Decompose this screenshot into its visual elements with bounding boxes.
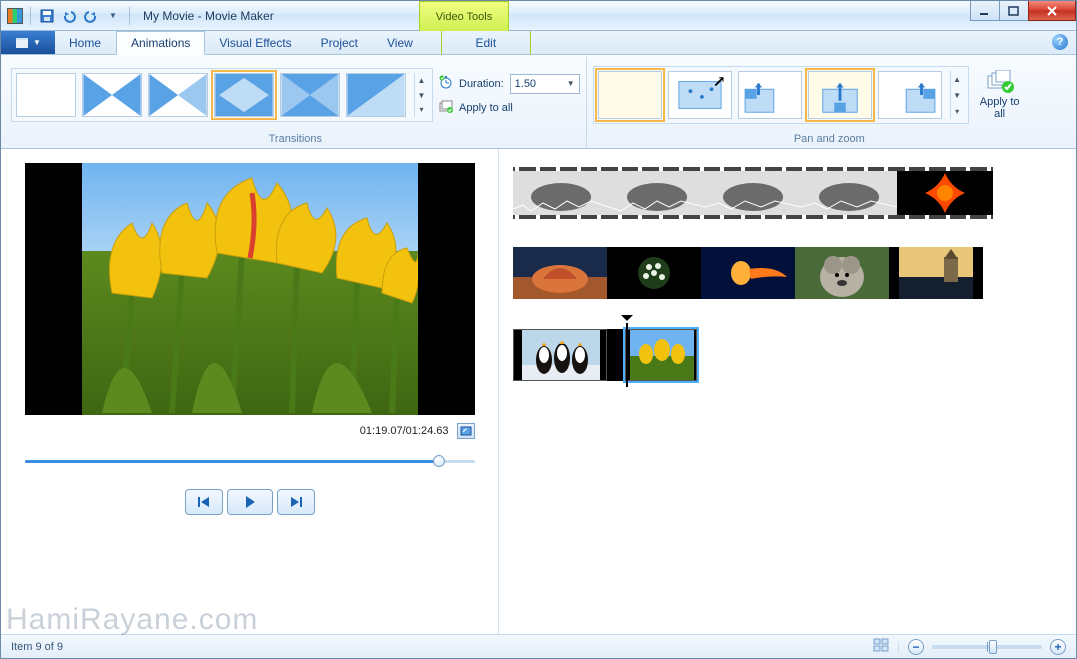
clip[interactable] xyxy=(889,247,983,299)
app-icon xyxy=(7,8,23,24)
transition-crossfade[interactable] xyxy=(82,73,142,117)
seek-thumb[interactable] xyxy=(433,455,445,467)
apply-all-icon xyxy=(439,100,453,117)
seek-slider[interactable] xyxy=(25,451,475,471)
zoom-out-button[interactable]: − xyxy=(908,639,924,655)
transition-bowtie[interactable] xyxy=(148,73,208,117)
panzoom-none[interactable] xyxy=(598,71,662,119)
duration-icon xyxy=(439,75,453,92)
gallery-scroll-down[interactable]: ▼ xyxy=(415,88,428,103)
zoom-in-button[interactable]: + xyxy=(1050,639,1066,655)
timeline-row-3[interactable] xyxy=(513,327,713,383)
redo-button[interactable] xyxy=(82,7,100,25)
play-button[interactable] xyxy=(227,489,273,515)
tab-home[interactable]: Home xyxy=(55,31,116,54)
panzoom-gallery[interactable]: ▲ ▼ ▾ xyxy=(593,66,969,124)
seek-fill xyxy=(25,460,439,463)
timeline-row-2[interactable] xyxy=(513,247,983,299)
apply-all-label: Apply to all xyxy=(975,96,1025,120)
zoom-thumb[interactable] xyxy=(989,640,997,654)
tab-animations[interactable]: Animations xyxy=(116,31,205,55)
status-item-count: Item 9 of 9 xyxy=(11,641,63,653)
preview-frame xyxy=(25,163,475,415)
panzoom-up-right[interactable] xyxy=(878,71,942,119)
preview-image xyxy=(82,163,418,415)
maximize-button[interactable] xyxy=(999,1,1029,21)
gallery-scroll-up[interactable]: ▲ xyxy=(415,73,428,88)
prev-frame-button[interactable] xyxy=(185,489,223,515)
next-frame-button[interactable] xyxy=(277,489,315,515)
tab-view[interactable]: View xyxy=(373,31,428,54)
preview-pane: 01:19.07/01:24.63 xyxy=(1,149,499,634)
transition-x[interactable] xyxy=(280,73,340,117)
file-menu[interactable]: ▼ xyxy=(1,31,55,54)
tab-visual-effects[interactable]: Visual Effects xyxy=(205,31,306,54)
transition-diagonal[interactable] xyxy=(346,73,406,117)
panzoom-apply-all[interactable]: Apply to all xyxy=(975,70,1025,120)
duration-input[interactable]: 1.50 ▼ xyxy=(510,74,580,94)
gallery-scroll-down[interactable]: ▼ xyxy=(951,87,964,103)
tab-project[interactable]: Project xyxy=(307,31,373,54)
panzoom-up-center[interactable] xyxy=(808,71,872,119)
gallery-expand[interactable]: ▾ xyxy=(415,102,428,117)
transition-diamond[interactable] xyxy=(214,73,274,117)
status-bar: Item 9 of 9 | − + xyxy=(1,634,1076,658)
panzoom-up-left[interactable] xyxy=(738,71,802,119)
titlebar: ▼ My Movie - Movie Maker Video Tools xyxy=(1,1,1076,31)
group-label-transitions: Transitions xyxy=(11,131,580,148)
close-button[interactable] xyxy=(1028,1,1076,21)
timeline-pane[interactable] xyxy=(499,149,1076,634)
window-title: My Movie - Movie Maker xyxy=(143,9,274,23)
save-button[interactable] xyxy=(38,7,56,25)
duration-label: Duration: xyxy=(459,78,504,90)
clip[interactable] xyxy=(513,171,609,215)
ribbon-tabs: ▼ Home Animations Visual Effects Project… xyxy=(1,31,1076,55)
apply-all-icon xyxy=(986,70,1014,94)
playhead[interactable] xyxy=(626,323,628,387)
clip[interactable] xyxy=(609,171,705,215)
transitions-gallery[interactable]: ▲ ▼ ▾ xyxy=(11,68,433,122)
clip[interactable] xyxy=(513,329,607,381)
fullscreen-button[interactable] xyxy=(457,423,475,439)
clip-selected[interactable] xyxy=(625,329,697,381)
chevron-down-icon: ▼ xyxy=(567,79,575,88)
panzoom-auto[interactable] xyxy=(668,71,732,119)
quick-access-toolbar: ▼ xyxy=(7,7,133,25)
clip[interactable] xyxy=(607,247,701,299)
clip[interactable] xyxy=(701,247,795,299)
tab-edit[interactable]: Edit xyxy=(441,31,531,54)
contextual-tab-header: Video Tools xyxy=(419,1,509,31)
help-button[interactable]: ? xyxy=(1052,34,1068,50)
qat-customize[interactable]: ▼ xyxy=(104,7,122,25)
clip[interactable] xyxy=(705,171,801,215)
clip-gap xyxy=(607,329,625,381)
duration-value: 1.50 xyxy=(515,78,536,90)
time-display: 01:19.07/01:24.63 xyxy=(360,425,449,437)
clip[interactable] xyxy=(795,247,889,299)
group-label-panzoom: Pan and zoom xyxy=(593,131,1066,148)
apply-all-label: Apply to all xyxy=(459,102,513,114)
thumbnails-view-button[interactable] xyxy=(873,638,889,655)
clip[interactable] xyxy=(513,247,607,299)
zoom-slider[interactable] xyxy=(932,645,1042,649)
clip[interactable] xyxy=(801,171,897,215)
timeline-row-1[interactable] xyxy=(513,167,993,219)
minimize-button[interactable] xyxy=(970,1,1000,21)
workspace: 01:19.07/01:24.63 xyxy=(1,149,1076,634)
gallery-expand[interactable]: ▾ xyxy=(951,103,964,119)
transition-none[interactable] xyxy=(16,73,76,117)
undo-button[interactable] xyxy=(60,7,78,25)
ribbon: ▲ ▼ ▾ Duration: 1.50 ▼ xyxy=(1,55,1076,149)
transitions-apply-all[interactable]: Apply to all xyxy=(439,100,580,117)
gallery-scroll-up[interactable]: ▲ xyxy=(951,71,964,87)
clip[interactable] xyxy=(897,171,993,215)
